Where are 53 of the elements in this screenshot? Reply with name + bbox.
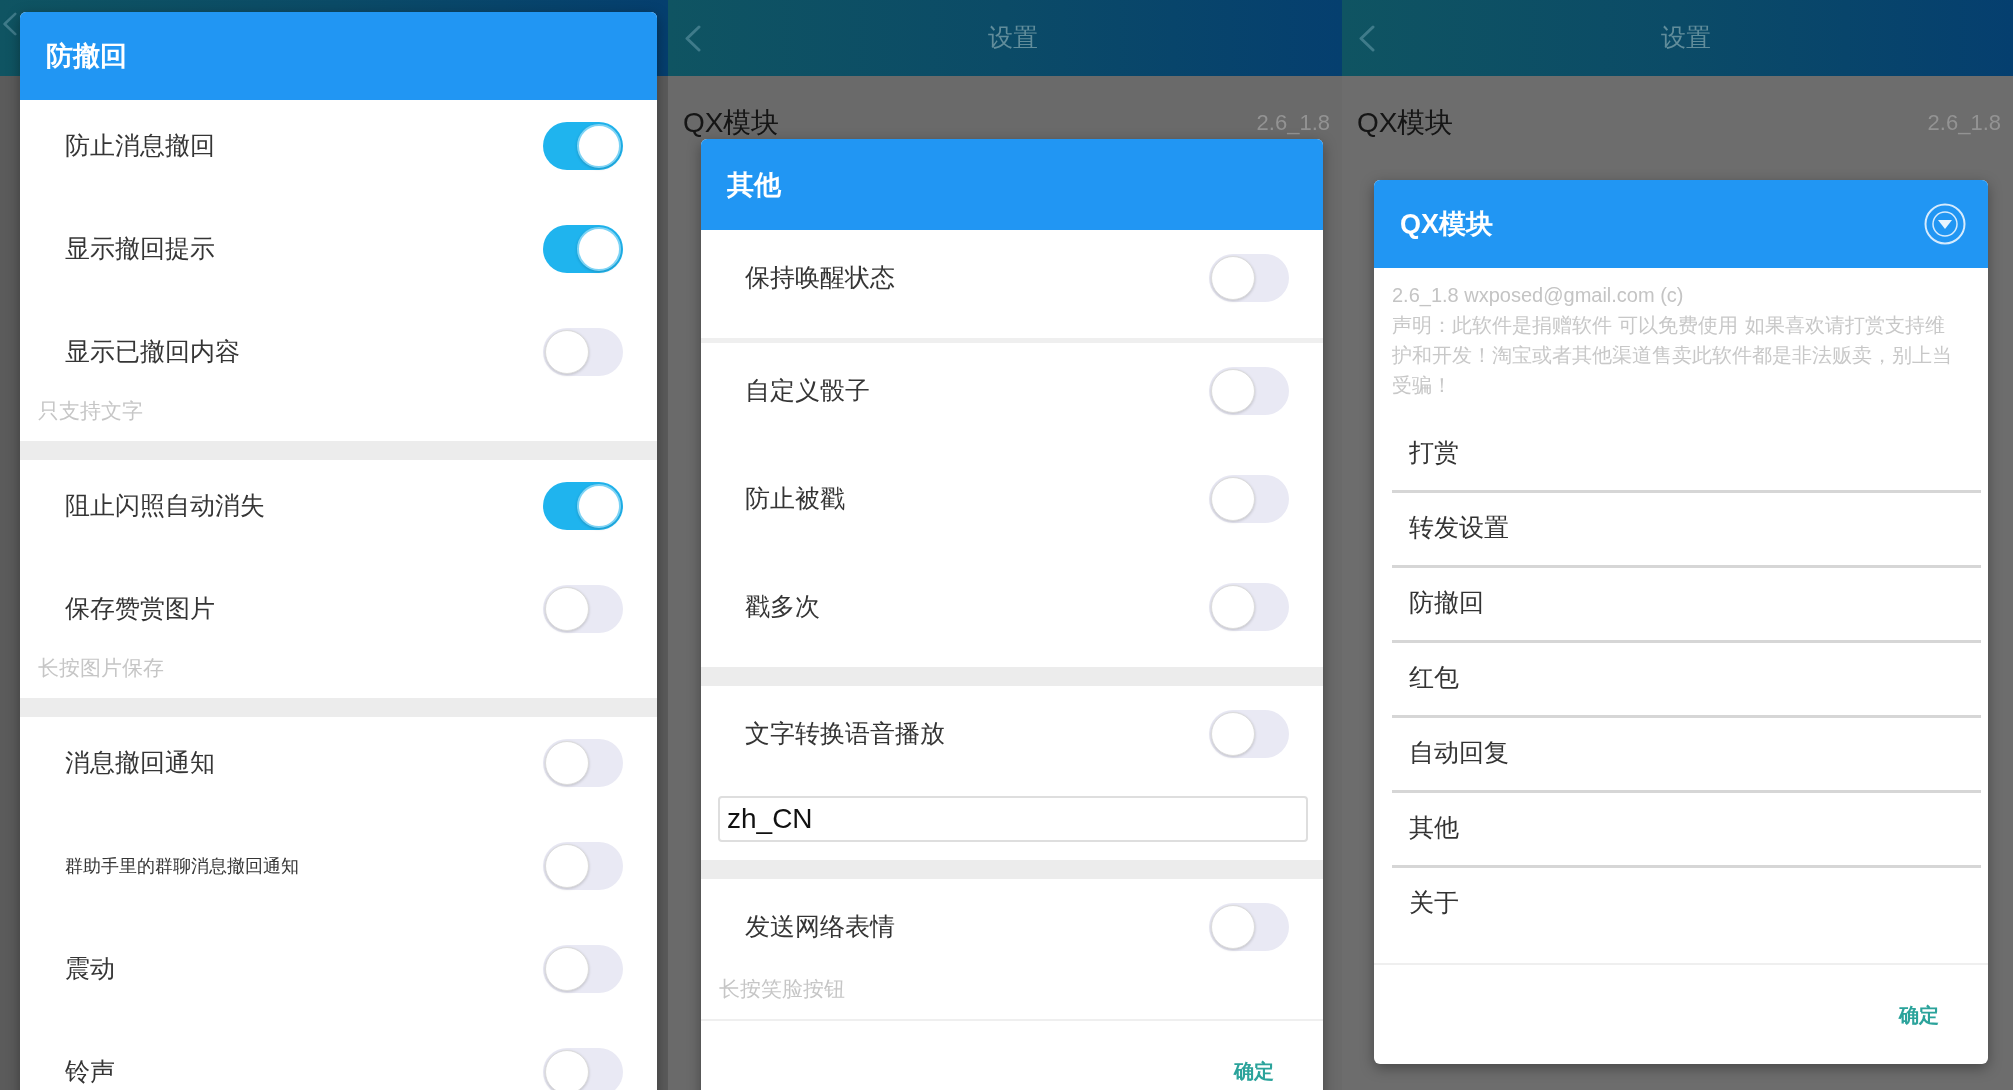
setting-label: 消息撤回通知	[65, 747, 215, 778]
dialog-title: 防撤回	[46, 40, 127, 73]
hint-text: 长按笑脸按钮	[718, 976, 846, 1003]
toggle-switch[interactable]	[543, 327, 623, 376]
setting-label: 防止消息撤回	[65, 130, 215, 161]
toggle-switch[interactable]	[543, 944, 623, 993]
text-field[interactable]: zh_CN	[718, 796, 1308, 842]
toggle-switch[interactable]	[543, 121, 623, 170]
toggle-switch[interactable]	[1209, 475, 1289, 523]
caret-down-circle-icon[interactable]	[1924, 203, 1966, 245]
toggle-switch[interactable]	[543, 481, 623, 530]
toggle-switch[interactable]	[543, 584, 623, 633]
setting-label: 戳多次	[745, 592, 820, 622]
setting-label: 文字转换语音播放	[745, 719, 945, 749]
dialog-title: QX模块	[1400, 208, 1493, 241]
menu-item[interactable]: 转发设置	[1392, 493, 1981, 568]
toggle-switch[interactable]	[1209, 903, 1289, 951]
menu-item[interactable]: 自动回复	[1392, 718, 1981, 793]
toggle-switch[interactable]	[1209, 254, 1289, 302]
toggle-switch[interactable]	[543, 738, 623, 787]
module-name: QX模块	[1357, 106, 1454, 140]
screen-title: 设置	[1660, 23, 1711, 53]
toggle-switch[interactable]	[1209, 583, 1289, 631]
chevron-left-icon[interactable]	[684, 24, 701, 52]
chevron-left-icon[interactable]	[2, 12, 17, 36]
menu-item[interactable]: 关于	[1392, 868, 1981, 940]
setting-label: 群助手里的群聊消息撤回通知	[65, 854, 299, 877]
module-name: QX模块	[683, 106, 780, 140]
menu-item[interactable]: 打赏	[1392, 418, 1981, 493]
setting-label: 阻止闪照自动消失	[65, 490, 265, 521]
setting-label: 保存赞赏图片	[65, 593, 215, 624]
toggle-switch[interactable]	[543, 1047, 623, 1090]
toggle-switch[interactable]	[1209, 367, 1289, 415]
setting-label: 震动	[65, 953, 115, 984]
menu-item[interactable]: 防撤回	[1392, 568, 1981, 643]
setting-label: 显示撤回提示	[65, 233, 215, 264]
setting-label: 保持唤醒状态	[745, 263, 895, 293]
hint-text: 只支持文字	[37, 398, 144, 425]
menu-item[interactable]: 红包	[1392, 643, 1981, 718]
menu-item[interactable]: 其他	[1392, 793, 1981, 868]
setting-label: 发送网络表情	[745, 912, 895, 942]
chevron-left-icon[interactable]	[1358, 24, 1375, 52]
dialog-title: 其他	[727, 168, 781, 202]
setting-label: 显示已撤回内容	[65, 336, 240, 367]
setting-label: 铃声	[65, 1056, 115, 1087]
screen-title: 设置	[988, 23, 1038, 53]
toggle-switch[interactable]	[543, 224, 623, 273]
setting-label: 自定义骰子	[745, 376, 870, 406]
toggle-switch[interactable]	[1209, 710, 1289, 758]
toggle-switch[interactable]	[543, 841, 623, 890]
setting-label: 防止被戳	[745, 484, 845, 514]
version-info: 2.6_1.8 wxposed@gmail.com (c)	[1392, 283, 1685, 309]
hint-text: 长按图片保存	[37, 655, 165, 682]
